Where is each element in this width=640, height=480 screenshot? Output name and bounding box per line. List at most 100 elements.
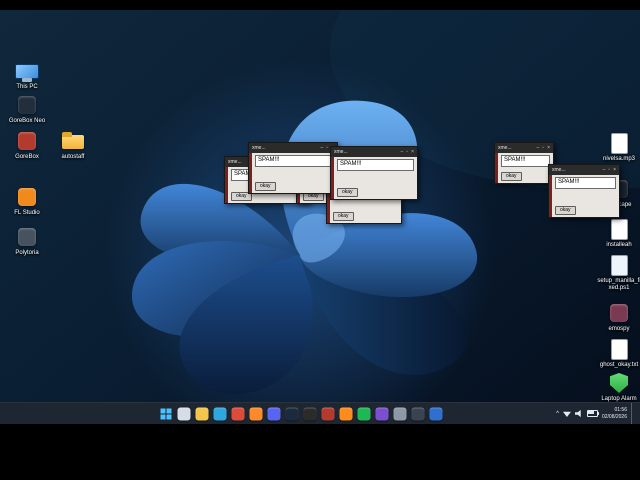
- monitor-icon: [15, 60, 39, 82]
- maximize-icon[interactable]: ▫: [326, 143, 328, 153]
- start-button[interactable]: [159, 407, 172, 420]
- show-desktop-button[interactable]: [631, 403, 635, 424]
- windows-bloom-wallpaper: [105, 10, 640, 424]
- spam-message-text: SPAM!!!: [337, 159, 414, 171]
- xmessage-scrollbar: [331, 157, 334, 199]
- window-title: xme...: [334, 149, 348, 155]
- file-explorer-icon[interactable]: [195, 407, 209, 420]
- app-blue-icon[interactable]: [429, 407, 443, 420]
- app-icon: [607, 302, 631, 324]
- app-gray-icon[interactable]: [393, 407, 407, 420]
- minimize-icon[interactable]: –: [603, 165, 606, 175]
- maximize-icon[interactable]: ▫: [406, 147, 408, 157]
- spam-message-text: SPAM!!!: [555, 177, 616, 189]
- minimize-icon[interactable]: –: [401, 147, 404, 157]
- xmessage-scrollbar: [495, 153, 498, 183]
- desktop-icon[interactable]: nivelsa.mp3: [596, 132, 640, 163]
- close-icon[interactable]: ×: [411, 147, 414, 157]
- window-title: xme...: [552, 167, 566, 173]
- desktop-icon[interactable]: autostaff: [50, 130, 96, 161]
- file-icon: [607, 218, 631, 240]
- letterbox-top: [0, 0, 640, 10]
- desktop-icon[interactable]: installeah: [596, 218, 640, 249]
- battery-icon[interactable]: [586, 410, 599, 417]
- close-icon[interactable]: ×: [547, 143, 550, 153]
- gorebox-icon[interactable]: [321, 407, 335, 420]
- xmessage-window[interactable]: xme... – ▫ × SPAM!!! okay: [548, 164, 620, 218]
- desktop-icon[interactable]: FL Studio: [4, 186, 50, 217]
- app-icon: [15, 130, 39, 152]
- desktop-icon-label: FL Studio: [14, 210, 40, 216]
- xmessage-scrollbar: [549, 175, 552, 217]
- okay-button[interactable]: okay: [337, 188, 358, 197]
- maximize-icon[interactable]: ▫: [608, 165, 610, 175]
- network-icon[interactable]: [562, 411, 571, 417]
- okay-button[interactable]: okay: [501, 172, 522, 181]
- desktop: This PC GoreBox Neo GoreBox autostaff FL…: [0, 10, 640, 424]
- window-title: xme...: [252, 145, 266, 151]
- letterbox-bottom: [0, 424, 640, 480]
- xmessage-scrollbar: [249, 153, 252, 193]
- desktop-icon-label: installeah: [606, 242, 632, 248]
- fl-studio-icon[interactable]: [339, 407, 353, 420]
- okay-button[interactable]: okay: [255, 182, 276, 191]
- desktop-icon-label: Polytoria: [15, 250, 39, 256]
- xmessage-window[interactable]: xme... – ▫ × SPAM!!! okay: [248, 142, 338, 194]
- clock-date: 02/08/2026: [601, 413, 627, 420]
- window-body: SPAM!!! okay: [549, 175, 619, 217]
- system-tray: ^ 01:56 02/08/2026: [556, 403, 635, 424]
- spotify-icon[interactable]: [357, 407, 371, 420]
- window-title: xme...: [498, 145, 512, 151]
- volume-icon[interactable]: [574, 409, 581, 418]
- steam-icon[interactable]: [285, 407, 299, 420]
- taskbar-clock[interactable]: 01:56 02/08/2026: [602, 407, 627, 420]
- desktop-icon[interactable]: GoreBox Neo: [4, 94, 50, 125]
- app-icon: [15, 186, 39, 208]
- obs-icon[interactable]: [303, 407, 317, 420]
- taskbar-icon-row: [159, 407, 443, 420]
- maximize-icon[interactable]: ▫: [542, 143, 544, 153]
- desktop-icon-label: setup_manilla_fixed.ps1: [597, 278, 640, 292]
- chrome-browser-icon[interactable]: [231, 407, 245, 420]
- desktop-icon[interactable]: This PC: [4, 60, 50, 91]
- window-titlebar[interactable]: xme... – ▫ ×: [249, 143, 337, 153]
- xmessage-scrollbar: [225, 167, 228, 203]
- desktop-icon-label: ghost_okay.txt: [599, 362, 639, 368]
- file-icon: [607, 254, 631, 276]
- desktop-icon[interactable]: Laptop Alarm: [596, 372, 640, 403]
- spam-message-text: SPAM!!!: [501, 155, 550, 167]
- okay-button[interactable]: okay: [333, 212, 354, 221]
- window-titlebar[interactable]: xme... – ▫ ×: [549, 165, 619, 175]
- window-titlebar[interactable]: xme... – ▫ ×: [495, 143, 553, 153]
- discord-icon[interactable]: [267, 407, 281, 420]
- search-icon[interactable]: [177, 407, 191, 420]
- hidden-icons-chevron[interactable]: ^: [556, 411, 559, 417]
- desktop-icon[interactable]: GoreBox: [4, 130, 50, 161]
- app-dark-icon[interactable]: [411, 407, 425, 420]
- minimize-icon[interactable]: –: [321, 143, 324, 153]
- window-body: SPAM!!! okay: [249, 153, 337, 193]
- firefox-browser-icon[interactable]: [249, 407, 263, 420]
- window-titlebar[interactable]: xme... – ▫ ×: [331, 147, 417, 157]
- okay-button[interactable]: okay: [555, 206, 576, 215]
- xmessage-window[interactable]: xme... – ▫ × SPAM!!! okay: [330, 146, 418, 200]
- xmessage-window[interactable]: xme... – ▫ × SPAM!!! okay: [494, 142, 554, 184]
- app-purple-icon[interactable]: [375, 407, 389, 420]
- shield-icon: [607, 372, 631, 394]
- window-body: SPAM!!! okay: [495, 153, 553, 183]
- desktop-icon[interactable]: emospy: [596, 302, 640, 333]
- close-icon[interactable]: ×: [613, 165, 616, 175]
- desktop-icon-label: autostaff: [61, 154, 85, 160]
- desktop-icon-label: GoreBox Neo: [8, 118, 46, 124]
- desktop-icon[interactable]: Polytoria: [4, 226, 50, 257]
- desktop-icon[interactable]: ghost_okay.txt: [596, 338, 640, 369]
- desktop-icon-label: emospy: [608, 326, 630, 332]
- edge-browser-icon[interactable]: [213, 407, 227, 420]
- desktop-icon-label: This PC: [16, 84, 38, 90]
- desktop-icon[interactable]: setup_manilla_fixed.ps1: [596, 254, 640, 292]
- window-body: SPAM!!! okay: [331, 157, 417, 199]
- folder-icon: [61, 130, 85, 152]
- minimize-icon[interactable]: –: [537, 143, 540, 153]
- video-frame: This PC GoreBox Neo GoreBox autostaff FL…: [0, 0, 640, 480]
- file-icon: [607, 132, 631, 154]
